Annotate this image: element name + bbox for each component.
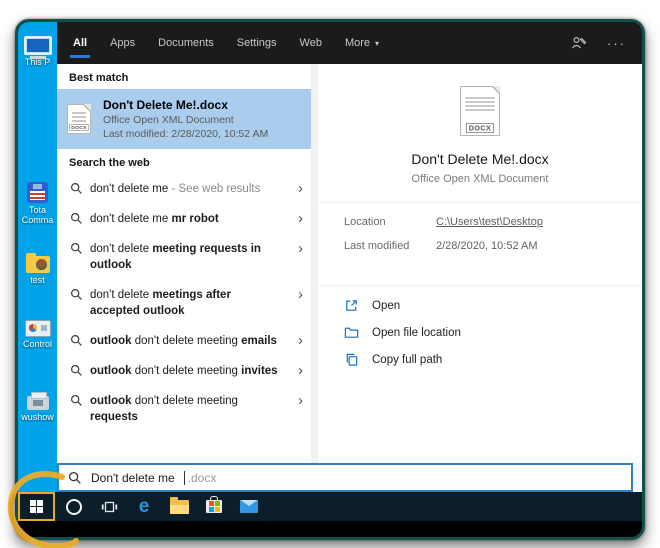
docx-file-icon: DOCX	[67, 104, 91, 134]
search-icon	[68, 471, 82, 485]
screenshot-canvas: This P Tota Comma test Control wushow Al…	[0, 0, 660, 548]
user-feedback-icon[interactable]	[571, 35, 587, 51]
desktop-icon-label: Control	[22, 339, 52, 349]
desktop-icon-label: test	[30, 275, 45, 285]
task-view-icon	[101, 501, 117, 512]
action-label: Copy full path	[372, 353, 443, 366]
action-label: Open	[372, 299, 401, 312]
desktop-icon-wushow[interactable]: wushow	[18, 392, 57, 422]
tab-apps[interactable]: Apps	[110, 23, 135, 63]
total-commander-icon	[27, 182, 48, 203]
copy-icon	[344, 352, 359, 367]
screenshot-frame: This P Tota Comma test Control wushow Al…	[15, 19, 645, 540]
desktop-wallpaper: This P Tota Comma test Control wushow	[18, 22, 57, 492]
web-suggestion[interactable]: outlook don't delete meeting requests ›	[57, 386, 318, 432]
microsoft-store-icon	[206, 496, 222, 513]
action-label: Open file location	[372, 326, 461, 339]
desktop-icon-control-panel[interactable]: Control	[18, 320, 57, 349]
web-suggestion[interactable]: don't delete me mr robot ›	[57, 204, 318, 234]
control-panel-icon	[24, 320, 51, 337]
desktop-icon-test[interactable]: test	[18, 253, 57, 285]
chevron-right-icon: ›	[298, 210, 303, 227]
autocomplete-suggestion-text: .docx	[187, 470, 217, 485]
search-icon	[70, 242, 90, 255]
last-modified-value: 2/28/2020, 10:52 AM	[436, 240, 538, 252]
tab-all[interactable]: All	[69, 23, 91, 63]
desktop-icon-this-pc[interactable]: This P	[18, 36, 57, 67]
windows-logo-icon	[30, 500, 43, 513]
best-match-filetype: Office Open XML Document	[103, 113, 234, 126]
search-bar-row: Don't delete me .docx	[57, 463, 642, 492]
task-view-button[interactable]	[98, 496, 120, 518]
store-button[interactable]	[203, 496, 225, 518]
preview-panel: DOCX Don't Delete Me!.docx Office Open X…	[318, 64, 642, 463]
web-suggestion[interactable]: outlook don't delete meeting invites ›	[57, 356, 318, 386]
best-match-section-label: Best match	[69, 72, 129, 84]
file-explorer-icon	[169, 496, 189, 514]
search-icon	[70, 334, 90, 347]
tab-web[interactable]: Web	[300, 23, 322, 63]
chevron-right-icon: ›	[298, 332, 303, 349]
web-suggestion[interactable]: don't delete meetings after accepted out…	[57, 280, 318, 326]
action-open-file-location[interactable]: Open file location	[344, 325, 616, 340]
mail-button[interactable]	[238, 496, 260, 518]
desktop-icon-total-commander[interactable]: Tota Comma	[18, 182, 57, 225]
user-folder-icon	[25, 253, 50, 273]
preview-file-type: Office Open XML Document	[411, 173, 549, 185]
search-query-text: Don't delete me	[91, 470, 175, 485]
best-match-modified: Last modified: 2/28/2020, 10:52 AM	[103, 127, 269, 140]
web-section-label: Search the web	[69, 157, 150, 169]
chevron-right-icon: ›	[298, 286, 303, 303]
web-suggestion[interactable]: don't delete meeting requests in outlook…	[57, 234, 318, 280]
search-icon	[70, 394, 90, 407]
search-input[interactable]: Don't delete me .docx	[57, 463, 633, 492]
location-path-link[interactable]: C:\Users\test\Desktop	[436, 216, 543, 228]
detail-last-modified: Last modified 2/28/2020, 10:52 AM	[344, 240, 616, 252]
results-pane: Best match DOCX Don't Delete Me!.docx Of…	[57, 64, 318, 463]
cortana-icon	[66, 498, 82, 515]
search-header: All Apps Documents Settings Web More ▾ ··…	[57, 22, 642, 64]
search-icon	[70, 212, 90, 225]
last-modified-label: Last modified	[344, 240, 410, 252]
action-open[interactable]: Open	[344, 298, 616, 313]
text-cursor	[183, 470, 185, 485]
edge-icon: e	[138, 496, 150, 517]
chevron-right-icon: ›	[298, 362, 303, 379]
edge-button[interactable]: e	[133, 496, 155, 518]
folder-icon	[344, 325, 359, 340]
best-match-title: Don't Delete Me!.docx	[103, 97, 228, 112]
taskbar: e	[18, 492, 642, 521]
chevron-right-icon: ›	[298, 240, 303, 257]
desktop-icon-label: Tota Comma	[21, 205, 54, 225]
search-icon	[70, 364, 90, 377]
more-options-icon[interactable]: ···	[607, 36, 626, 51]
desktop-icon-label: wushow	[21, 412, 54, 422]
tab-more[interactable]: More ▾	[345, 23, 379, 63]
chevron-right-icon: ›	[298, 180, 303, 197]
action-copy-full-path[interactable]: Copy full path	[344, 352, 616, 367]
start-button[interactable]	[18, 492, 55, 521]
docx-file-icon-large: DOCX	[460, 86, 500, 136]
web-suggestion[interactable]: outlook don't delete meeting emails ›	[57, 326, 318, 356]
detail-location: Location C:\Users\test\Desktop	[344, 216, 616, 228]
file-explorer-button[interactable]	[168, 496, 190, 518]
search-icon	[70, 182, 90, 195]
best-match-result[interactable]: DOCX Don't Delete Me!.docx Office Open X…	[57, 89, 318, 149]
chevron-right-icon: ›	[298, 392, 303, 409]
search-icon	[70, 288, 90, 301]
cortana-button[interactable]	[63, 496, 85, 518]
location-label: Location	[344, 216, 386, 228]
chevron-down-icon: ▾	[375, 39, 380, 48]
printer-icon	[26, 392, 49, 410]
open-icon	[344, 298, 359, 313]
tab-settings[interactable]: Settings	[237, 23, 277, 63]
search-tabs: All Apps Documents Settings Web More ▾	[57, 23, 379, 63]
this-pc-icon	[23, 36, 52, 59]
results-scrollbar[interactable]	[311, 64, 318, 463]
web-suggestion[interactable]: don't delete me - See web results ›	[57, 174, 318, 204]
preview-file-title: Don't Delete Me!.docx	[411, 151, 549, 167]
mail-icon	[240, 500, 258, 513]
tab-documents[interactable]: Documents	[158, 23, 214, 63]
